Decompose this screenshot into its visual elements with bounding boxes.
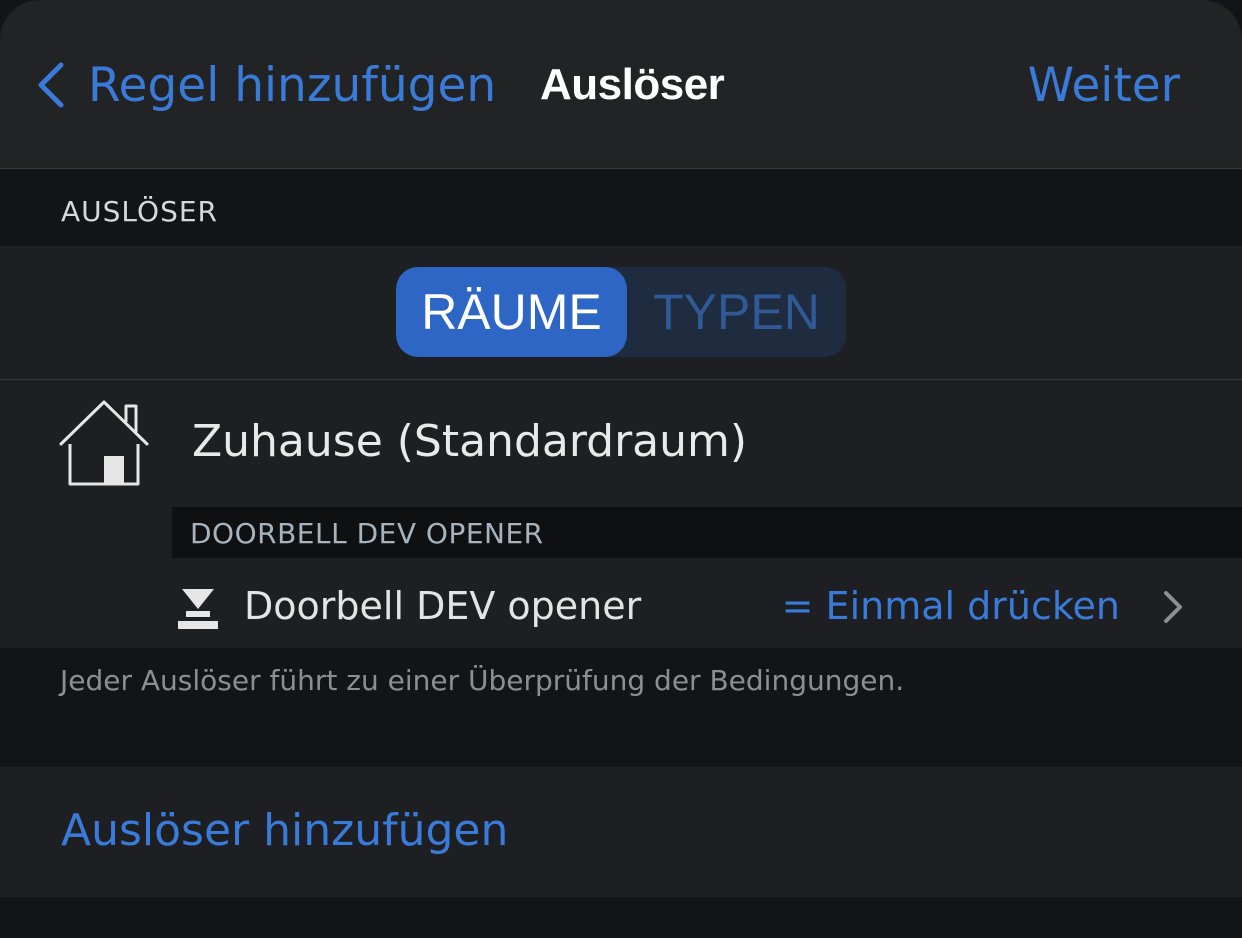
device-group-header: DOORBELL DEV OPENER bbox=[172, 507, 1242, 558]
segmented-control-row: RÄUME TYPEN bbox=[0, 246, 1242, 380]
segment-rooms[interactable]: RÄUME bbox=[396, 267, 627, 357]
section-header: AUSLÖSER bbox=[0, 169, 1242, 246]
app-screen: Regel hinzufügen Auslöser Weiter AUSLÖSE… bbox=[0, 0, 1242, 938]
house-icon bbox=[59, 400, 149, 486]
segmented-control: RÄUME TYPEN bbox=[396, 267, 846, 357]
navigation-bar: Regel hinzufügen Auslöser Weiter bbox=[0, 0, 1242, 169]
segment-types[interactable]: TYPEN bbox=[627, 267, 846, 357]
trigger-value: = Einmal drücken bbox=[781, 584, 1120, 628]
device-row[interactable]: Doorbell DEV opener = Einmal drücken bbox=[172, 558, 1242, 648]
doorbell-opener-icon bbox=[178, 589, 218, 629]
back-button[interactable]: Regel hinzufügen bbox=[36, 52, 496, 118]
room-name: Zuhause (Standardraum) bbox=[192, 416, 748, 467]
next-button[interactable]: Weiter bbox=[1028, 52, 1180, 118]
page-title: Auslöser bbox=[540, 60, 725, 109]
section-header-label: AUSLÖSER bbox=[61, 195, 218, 228]
device-name: Doorbell DEV opener bbox=[244, 584, 642, 628]
device-group-label: DOORBELL DEV OPENER bbox=[190, 517, 544, 550]
footnote: Jeder Auslöser führt zu einer Überprüfun… bbox=[60, 664, 905, 697]
add-trigger-label: Auslöser hinzufügen bbox=[61, 805, 509, 856]
chevron-left-icon bbox=[38, 62, 64, 108]
add-trigger-button[interactable]: Auslöser hinzufügen bbox=[0, 767, 1242, 897]
back-button-label: Regel hinzufügen bbox=[88, 57, 497, 113]
room-section: Zuhause (Standardraum) DOORBELL DEV OPEN… bbox=[0, 380, 1242, 648]
chevron-right-icon bbox=[1164, 591, 1182, 623]
